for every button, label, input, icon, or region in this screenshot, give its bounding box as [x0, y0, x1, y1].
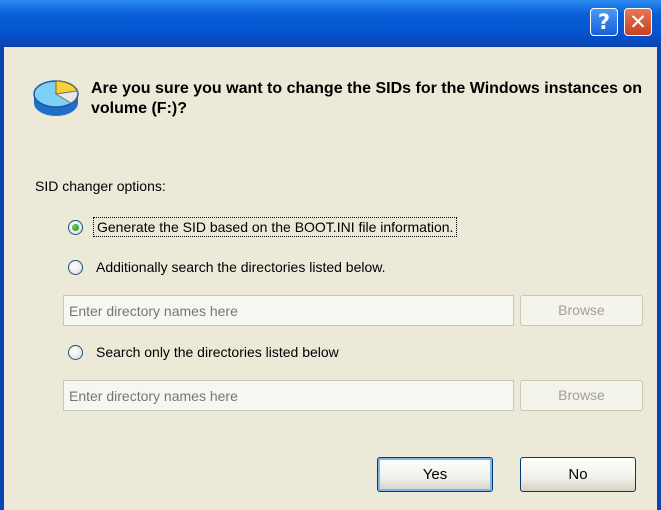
- close-icon[interactable]: ✕: [624, 8, 652, 36]
- directory-input-only[interactable]: [63, 380, 514, 411]
- option-label: Search only the directories listed below: [96, 344, 339, 360]
- sid-changer-dialog: ? ✕ Are you sure you want to change the …: [0, 0, 661, 510]
- option-generate-from-bootini[interactable]: Generate the SID based on the BOOT.INI f…: [68, 214, 458, 240]
- title-bar: ? ✕: [0, 0, 661, 47]
- window-border-left: [0, 46, 4, 510]
- browse-button-only[interactable]: Browse: [520, 380, 643, 411]
- radio-button[interactable]: [68, 344, 83, 360]
- option-label: Additionally search the directories list…: [96, 259, 386, 275]
- no-button[interactable]: No: [520, 457, 636, 492]
- disk-pie-icon: [33, 80, 79, 116]
- option-search-only[interactable]: Search only the directories listed below: [68, 339, 342, 365]
- option-label: Generate the SID based on the BOOT.INI f…: [93, 217, 458, 237]
- yes-button[interactable]: Yes: [377, 457, 493, 492]
- radio-button[interactable]: [68, 259, 83, 275]
- radio-button-selected[interactable]: [68, 219, 83, 235]
- option-additionally-search[interactable]: Additionally search the directories list…: [68, 254, 389, 280]
- window-border-right: [657, 46, 661, 510]
- confirmation-question: Are you sure you want to change the SIDs…: [91, 80, 643, 117]
- help-icon[interactable]: ?: [590, 8, 618, 36]
- directory-input-additional[interactable]: [63, 295, 514, 326]
- options-group-label: SID changer options:: [35, 178, 166, 194]
- browse-button-additional[interactable]: Browse: [520, 295, 643, 326]
